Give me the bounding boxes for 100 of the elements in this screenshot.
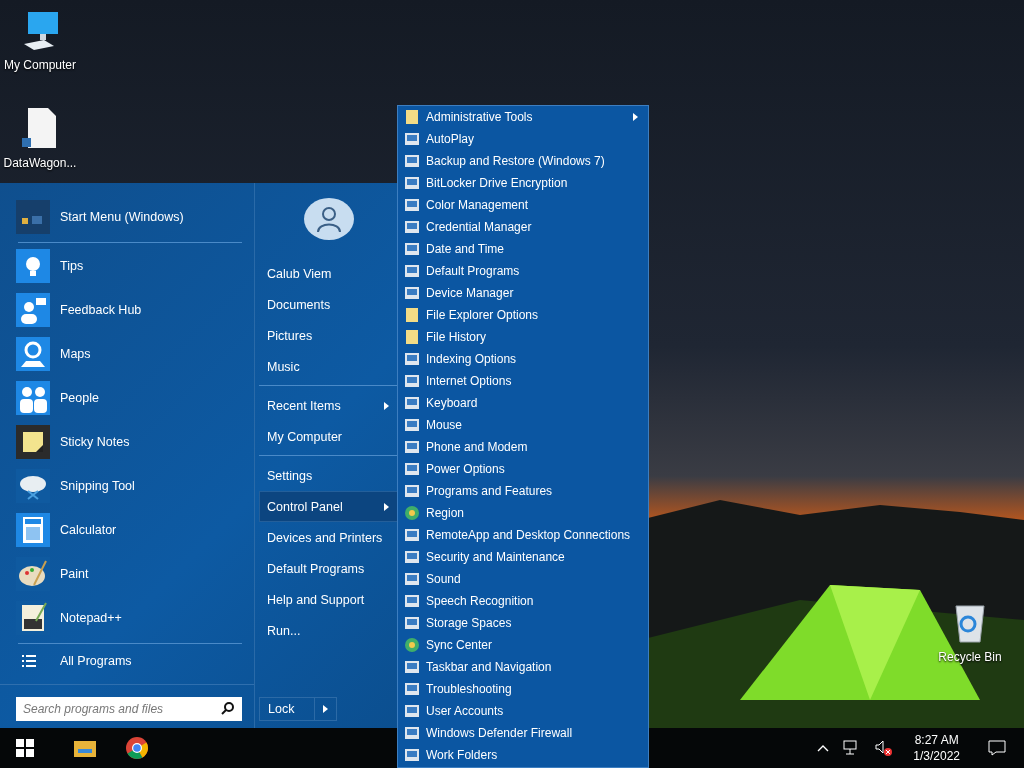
- menu-item[interactable]: Run...: [259, 615, 398, 646]
- search-icon[interactable]: [221, 702, 234, 715]
- applet-icon: [404, 417, 420, 433]
- browser-icon[interactable]: [126, 737, 148, 759]
- applet-menu-item[interactable]: Security and Maintenance: [402, 546, 644, 568]
- applet-icon: [404, 593, 420, 609]
- menu-item[interactable]: Pictures: [259, 320, 398, 351]
- applet-menu-item[interactable]: Programs and Features: [402, 480, 644, 502]
- applet-icon: [404, 527, 420, 543]
- menu-item[interactable]: My Computer: [259, 421, 398, 452]
- applet-icon: [404, 197, 420, 213]
- applet-menu-item[interactable]: BitLocker Drive Encryption: [402, 172, 644, 194]
- applet-menu-item[interactable]: Region: [402, 502, 644, 524]
- applet-menu-item[interactable]: Storage Spaces: [402, 612, 644, 634]
- map-pin-icon: [16, 337, 50, 371]
- applet-icon: [404, 285, 420, 301]
- applet-icon: [404, 395, 420, 411]
- applet-menu-item[interactable]: Indexing Options: [402, 348, 644, 370]
- applet-icon: [404, 549, 420, 565]
- menu-item[interactable]: Recent Items: [259, 390, 398, 421]
- clock-date[interactable]: 1/3/2022: [913, 748, 960, 764]
- applet-menu-item[interactable]: Mouse: [402, 414, 644, 436]
- folder-icon[interactable]: [74, 739, 96, 757]
- clock-time[interactable]: 8:27 AM: [914, 732, 959, 748]
- user-avatar[interactable]: [303, 198, 354, 240]
- applet-menu-item[interactable]: Troubleshooting: [402, 678, 644, 700]
- applet-menu-item[interactable]: Administrative Tools: [402, 106, 644, 128]
- applet-menu-item[interactable]: Windows Defender Firewall: [402, 722, 644, 744]
- applet-menu-item[interactable]: Color Management: [402, 194, 644, 216]
- applet-menu-item[interactable]: Taskbar and Navigation: [402, 656, 644, 678]
- lock-options-button[interactable]: [315, 697, 337, 721]
- applet-menu-item[interactable]: Device Manager: [402, 282, 644, 304]
- notification-icon[interactable]: [988, 740, 1006, 756]
- applet-menu-item[interactable]: Phone and Modem: [402, 436, 644, 458]
- applet-menu-item[interactable]: File History: [402, 326, 644, 348]
- applet-icon: [404, 219, 420, 235]
- applet-menu-item[interactable]: Power Options: [402, 458, 644, 480]
- program-item[interactable]: Paint: [60, 567, 89, 581]
- desktop-icon-label[interactable]: DataWagon...: [3, 156, 77, 170]
- applet-icon: [404, 439, 420, 455]
- desktop-icon-label[interactable]: My Computer: [4, 58, 76, 72]
- all-programs-item[interactable]: All Programs: [60, 654, 132, 668]
- program-item[interactable]: Snipping Tool: [60, 479, 135, 493]
- program-item[interactable]: Feedback Hub: [60, 303, 142, 317]
- search-field[interactable]: Search programs and files: [16, 697, 242, 721]
- menu-item[interactable]: Help and Support: [259, 584, 398, 615]
- menu-item[interactable]: Devices and Printers: [259, 522, 398, 553]
- program-item[interactable]: Start Menu (Windows): [60, 210, 184, 224]
- windows-logo-icon[interactable]: [16, 739, 34, 757]
- applet-menu-item[interactable]: Speech Recognition: [402, 590, 644, 612]
- program-item[interactable]: Maps: [60, 347, 91, 361]
- program-item[interactable]: Sticky Notes: [60, 435, 130, 449]
- applet-menu-item[interactable]: Sync Center: [402, 634, 644, 656]
- menu-item[interactable]: Documents: [259, 289, 398, 320]
- applet-icon: [404, 131, 420, 147]
- program-item[interactable]: Notepad++: [60, 611, 122, 625]
- applet-icon: [404, 659, 420, 675]
- applet-menu-item[interactable]: Keyboard: [402, 392, 644, 414]
- list-icon: [22, 654, 36, 668]
- applet-menu-item[interactable]: Backup and Restore (Windows 7): [402, 150, 644, 172]
- folder-icon: [404, 329, 420, 345]
- applet-icon: [404, 747, 420, 763]
- lightbulb-icon: [16, 249, 50, 283]
- person-speech-icon: [16, 293, 50, 327]
- menu-item[interactable]: Settings: [259, 460, 398, 491]
- lock-button[interactable]: Lock: [259, 697, 315, 721]
- applet-menu-item[interactable]: Default Programs: [402, 260, 644, 282]
- applet-icon: [404, 153, 420, 169]
- muted-speaker-icon[interactable]: [875, 740, 894, 756]
- applet-menu-item[interactable]: Internet Options: [402, 370, 644, 392]
- people-icon: [16, 381, 50, 415]
- calculator-icon: [16, 513, 50, 547]
- applet-icon: [404, 241, 420, 257]
- applet-icon: [404, 175, 420, 191]
- program-item[interactable]: Calculator: [60, 523, 117, 537]
- menu-item[interactable]: Calub Viem: [259, 258, 398, 289]
- program-item[interactable]: People: [60, 391, 99, 405]
- applet-menu-item[interactable]: Credential Manager: [402, 216, 644, 238]
- menu-item[interactable]: Control Panel: [259, 491, 398, 522]
- applet-icon: [404, 725, 420, 741]
- scissors-icon: [16, 469, 50, 503]
- applet-menu-item[interactable]: User Accounts: [402, 700, 644, 722]
- applet-icon: [404, 351, 420, 367]
- menu-item[interactable]: Default Programs: [259, 553, 398, 584]
- applet-icon: [404, 703, 420, 719]
- applet-menu-item[interactable]: Date and Time: [402, 238, 644, 260]
- applet-menu-item[interactable]: RemoteApp and Desktop Connections: [402, 524, 644, 546]
- menu-item[interactable]: Music: [259, 351, 398, 382]
- applet-menu-item[interactable]: Sound: [402, 568, 644, 590]
- applet-menu-item[interactable]: File Explorer Options: [402, 304, 644, 326]
- program-item[interactable]: Tips: [60, 259, 84, 273]
- applet-menu-item[interactable]: AutoPlay: [402, 128, 644, 150]
- start-menu-icon: [16, 200, 50, 234]
- chevron-up-icon[interactable]: [817, 744, 830, 752]
- applet-menu-item[interactable]: Work Folders: [402, 744, 644, 766]
- sticky-note-icon: [16, 425, 50, 459]
- applet-icon: [404, 373, 420, 389]
- folder-icon: [404, 307, 420, 323]
- applet-icon: [404, 483, 420, 499]
- applet-icon: [404, 461, 420, 477]
